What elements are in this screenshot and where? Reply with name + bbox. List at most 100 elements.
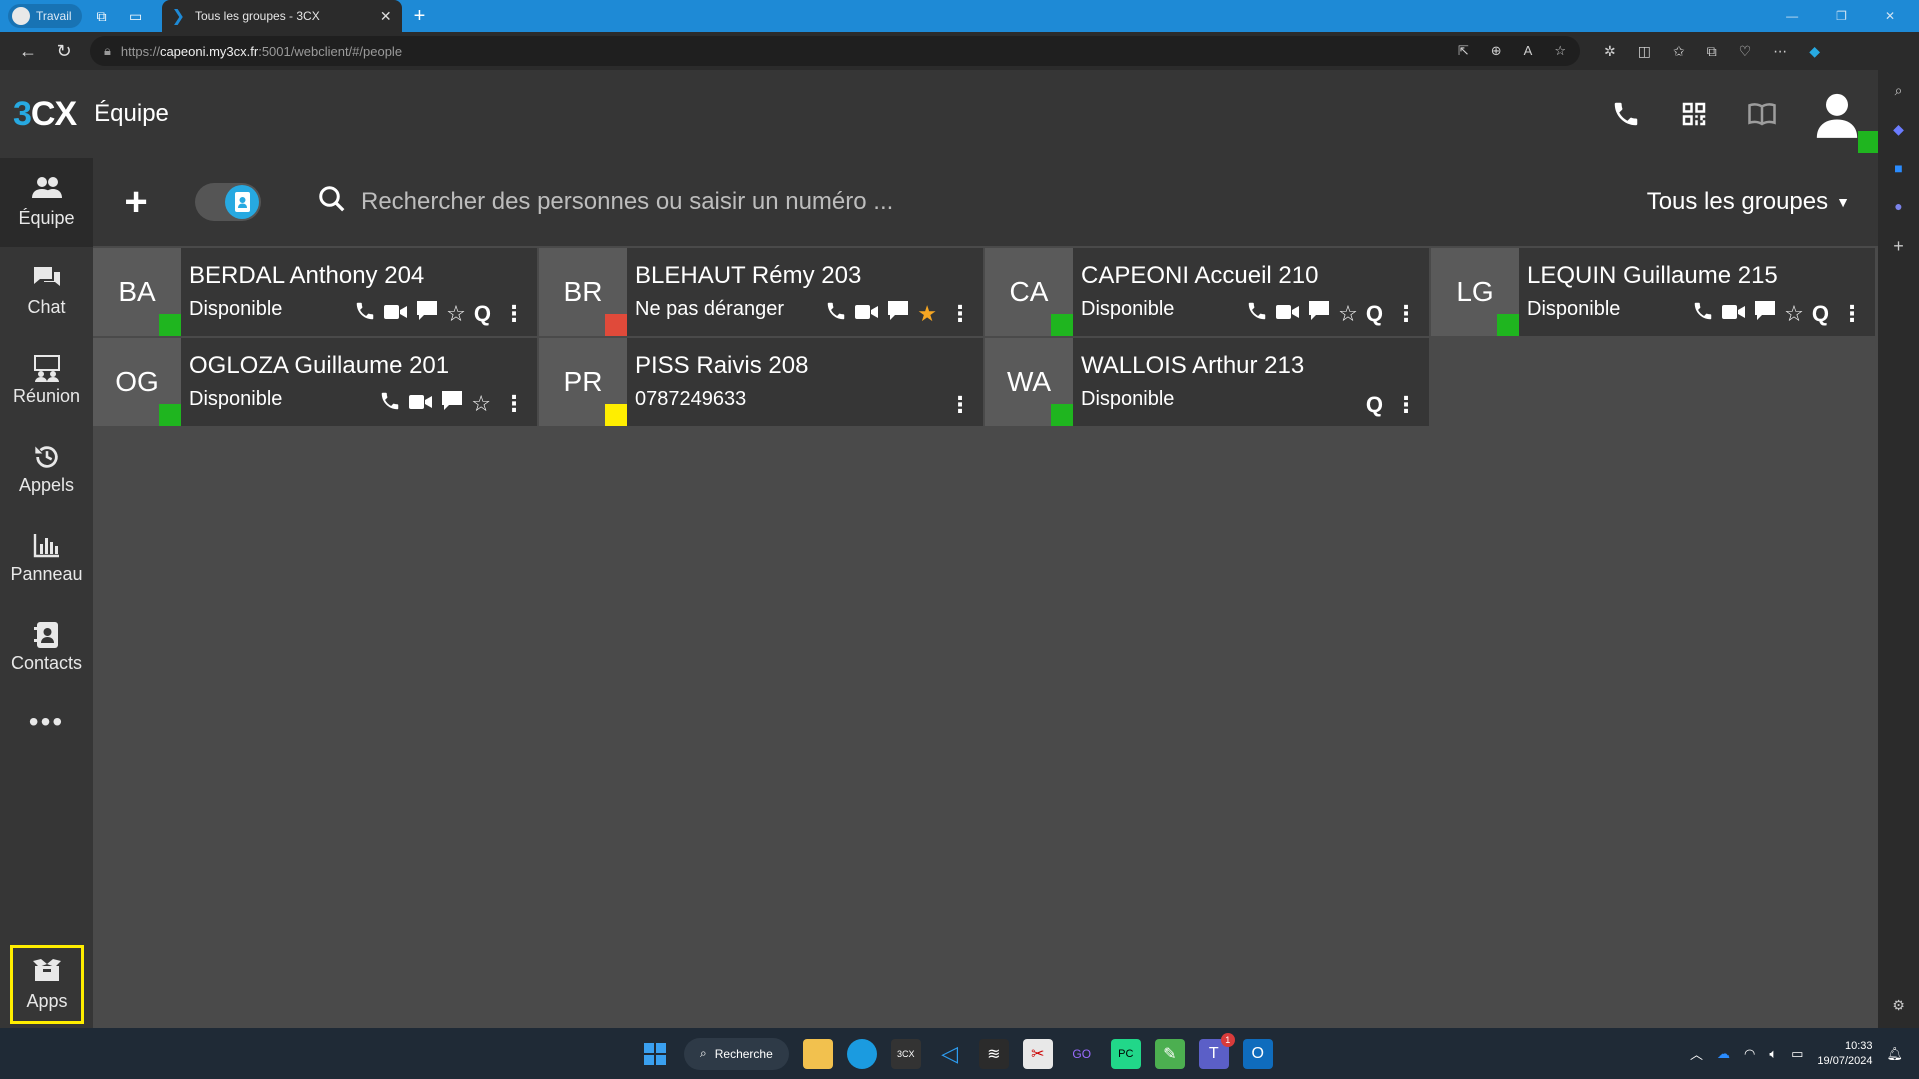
- video-icon[interactable]: [384, 301, 408, 327]
- chat-bubble-icon[interactable]: [887, 300, 909, 328]
- tab-actions-icon[interactable]: ▭: [122, 2, 150, 30]
- dialer-phone-icon[interactable]: [1608, 96, 1644, 132]
- edge-icon[interactable]: [846, 1038, 877, 1069]
- queue-icon[interactable]: Q: [1366, 392, 1383, 418]
- app-taskbar-icon[interactable]: ≋: [978, 1038, 1009, 1069]
- chat-bubble-icon[interactable]: [1308, 300, 1330, 328]
- queue-icon[interactable]: Q: [1366, 301, 1383, 327]
- nav-more-button[interactable]: •••: [0, 692, 93, 752]
- groups-dropdown[interactable]: Tous les groupes ▼: [1647, 188, 1850, 216]
- star-filled-icon[interactable]: ★: [917, 301, 937, 327]
- battery-icon[interactable]: ▭: [1791, 1046, 1803, 1062]
- vscode-icon[interactable]: ◁: [935, 1039, 965, 1069]
- chat-bubble-icon[interactable]: [441, 390, 463, 418]
- video-icon[interactable]: [409, 391, 433, 417]
- favorites-icon[interactable]: ✩: [1673, 43, 1685, 60]
- contact-card-berdal[interactable]: BA BERDAL Anthony 204 Disponible ☆ Q ⋮: [93, 248, 537, 336]
- sidebar-settings-icon[interactable]: ⚙: [1892, 997, 1905, 1014]
- queue-icon[interactable]: Q: [1812, 301, 1829, 327]
- video-icon[interactable]: [1276, 301, 1300, 327]
- minimize-icon[interactable]: —: [1786, 9, 1798, 23]
- restore-icon[interactable]: ❐: [1836, 9, 1847, 23]
- windows-start-icon[interactable]: [640, 1039, 670, 1069]
- star-outline-icon[interactable]: ☆: [1784, 301, 1804, 327]
- 3cx-taskbar-icon[interactable]: 3CX: [890, 1038, 921, 1069]
- onedrive-icon[interactable]: ☁: [1717, 1046, 1730, 1062]
- workspaces-icon[interactable]: ⧉: [88, 2, 116, 30]
- more-vertical-icon[interactable]: ⋮: [1395, 301, 1417, 327]
- contact-card-lequin[interactable]: LG LEQUIN Guillaume 215 Disponible ☆ Q ⋮: [1431, 248, 1875, 336]
- teams-icon[interactable]: T1: [1198, 1032, 1235, 1069]
- collections-icon[interactable]: ⧉: [1707, 43, 1717, 60]
- video-icon[interactable]: [855, 301, 879, 327]
- more-vertical-icon[interactable]: ⋮: [949, 301, 971, 327]
- snipping-tool-icon[interactable]: ✂: [1022, 1038, 1053, 1069]
- sidebar-teams-icon[interactable]: ●: [1894, 198, 1902, 214]
- more-vertical-icon[interactable]: ⋮: [503, 391, 525, 417]
- more-vertical-icon[interactable]: ⋮: [1395, 392, 1417, 418]
- url-field[interactable]: 🔒︎ https://capeoni.my3cx.fr:5001/webclie…: [90, 36, 1580, 66]
- nav-item-panneau[interactable]: Panneau: [0, 514, 93, 603]
- browser-essentials-icon[interactable]: ♡: [1739, 43, 1752, 60]
- qr-code-icon[interactable]: [1676, 96, 1712, 132]
- read-aloud-icon[interactable]: A: [1524, 43, 1533, 59]
- notepad-icon[interactable]: ✎: [1154, 1038, 1185, 1069]
- star-outline-icon[interactable]: ☆: [1338, 301, 1358, 327]
- call-icon[interactable]: [1246, 300, 1268, 328]
- go-app-icon[interactable]: GO: [1067, 1039, 1097, 1069]
- nav-item-reunion[interactable]: Réunion: [0, 336, 93, 425]
- more-vertical-icon[interactable]: ⋮: [949, 392, 971, 418]
- favorite-icon[interactable]: ☆: [1554, 43, 1566, 59]
- close-window-icon[interactable]: ✕: [1885, 9, 1895, 23]
- notifications-bell-icon[interactable]: 🔔︎: [1886, 1046, 1903, 1062]
- call-icon[interactable]: [1692, 300, 1714, 328]
- star-outline-icon[interactable]: ☆: [471, 391, 491, 417]
- browser-profile-button[interactable]: Travail: [8, 4, 82, 28]
- video-icon[interactable]: [1722, 301, 1746, 327]
- back-icon[interactable]: ←: [10, 41, 46, 62]
- sidebar-copilot-icon[interactable]: ◆: [1893, 121, 1904, 138]
- zoom-icon[interactable]: ⊕: [1491, 43, 1502, 59]
- copilot-icon[interactable]: ◆: [1809, 43, 1820, 60]
- more-options-icon[interactable]: ⋯: [1773, 43, 1787, 60]
- sidebar-outlook-icon[interactable]: ■: [1894, 160, 1902, 176]
- contact-card-piss[interactable]: PR PISS Raivis 208 0787249633 ⋮: [539, 338, 983, 426]
- extensions-icon[interactable]: ✲: [1604, 43, 1616, 60]
- help-book-icon[interactable]: [1744, 96, 1780, 132]
- sidebar-search-icon[interactable]: ⌕: [1895, 82, 1903, 99]
- chat-bubble-icon[interactable]: [416, 300, 438, 328]
- apps-button[interactable]: Apps: [10, 945, 84, 1024]
- browser-tab-active[interactable]: ❯ Tous les groupes - 3CX ✕: [161, 0, 402, 32]
- contacts-toggle[interactable]: [195, 183, 261, 221]
- call-icon[interactable]: [825, 300, 847, 328]
- search-input[interactable]: [361, 188, 1261, 216]
- open-app-icon[interactable]: ⇱: [1458, 43, 1469, 59]
- star-outline-icon[interactable]: ☆: [446, 301, 466, 327]
- nav-item-chat[interactable]: Chat: [0, 247, 93, 336]
- nav-item-equipe[interactable]: Équipe: [0, 158, 93, 247]
- chat-bubble-icon[interactable]: [1754, 300, 1776, 328]
- pycharm-icon[interactable]: PC: [1110, 1038, 1141, 1069]
- nav-item-appels[interactable]: Appels: [0, 425, 93, 514]
- taskbar-clock[interactable]: 10:33 19/07/2024: [1817, 1039, 1872, 1069]
- contact-card-ogloza[interactable]: OG OGLOZA Guillaume 201 Disponible ☆ ⋮: [93, 338, 537, 426]
- nav-item-contacts[interactable]: Contacts: [0, 603, 93, 692]
- outlook-icon[interactable]: O: [1242, 1038, 1273, 1069]
- user-avatar[interactable]: [1812, 83, 1880, 153]
- contact-card-wallois[interactable]: WA WALLOIS Arthur 213 Disponible Q ⋮: [985, 338, 1429, 426]
- call-icon[interactable]: [354, 300, 376, 328]
- contact-card-blehaut[interactable]: BR BLEHAUT Rémy 203 Ne pas déranger ★ ⋮: [539, 248, 983, 336]
- more-vertical-icon[interactable]: ⋮: [1841, 301, 1863, 327]
- file-explorer-icon[interactable]: [802, 1038, 833, 1069]
- wifi-icon[interactable]: ◠: [1744, 1046, 1755, 1062]
- show-hidden-icons[interactable]: ︿: [1690, 1044, 1703, 1063]
- add-button[interactable]: +: [119, 180, 153, 225]
- sidebar-add-icon[interactable]: +: [1893, 236, 1904, 257]
- new-tab-icon[interactable]: +: [414, 5, 426, 28]
- close-tab-icon[interactable]: ✕: [380, 8, 392, 25]
- more-vertical-icon[interactable]: ⋮: [503, 301, 525, 327]
- reload-icon[interactable]: ↻: [46, 41, 82, 62]
- taskbar-search[interactable]: ⌕ Recherche: [684, 1037, 789, 1070]
- call-icon[interactable]: [379, 390, 401, 418]
- queue-icon[interactable]: Q: [474, 301, 491, 327]
